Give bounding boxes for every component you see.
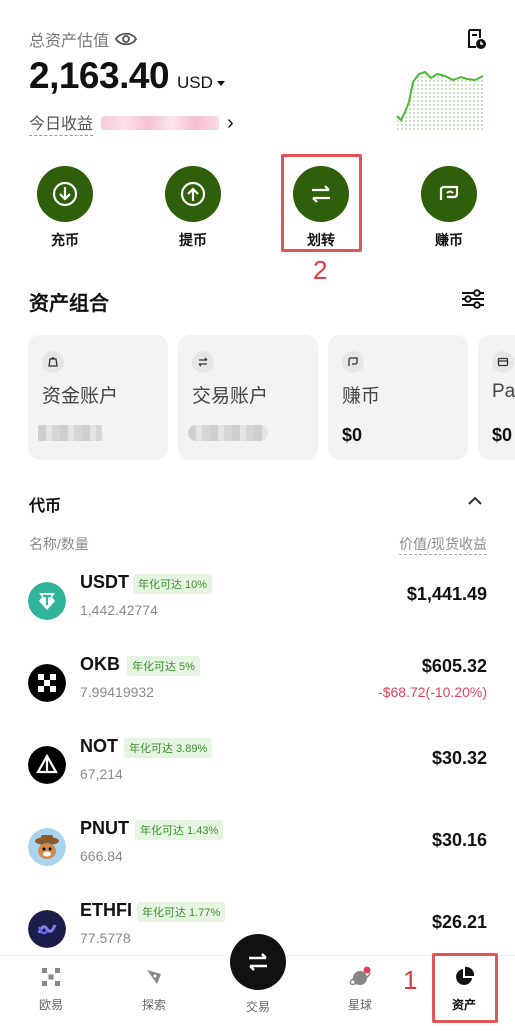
transfer-small-icon [192,351,214,373]
balance-sparkline [396,70,484,132]
earn-label: 赚币 [435,232,463,248]
header: 总资产估值 2,163.40 USD 今日收益 › [0,0,515,140]
nav-label: 星球 [347,998,372,1012]
tokens-section-title: 代币 [29,498,62,515]
token-symbol: PNUT [80,818,129,838]
filter-icon[interactable] [460,288,486,310]
usdt-logo-icon [28,582,66,620]
token-value: $30.32 [431,748,487,768]
history-icon[interactable] [464,27,488,51]
withdraw-icon [165,166,221,222]
token-row-pnut[interactable]: PNUT 年化可达 1.43% 666.84 $30.16 [0,814,515,892]
deposit-button[interactable]: 充币 [30,166,100,250]
apy-badge: 年化可达 1.43% [135,820,224,840]
apy-badge: 年化可达 3.89% [124,738,213,758]
token-symbol: NOT [80,736,118,756]
deposit-label: 充币 [51,232,79,248]
planet-icon [349,966,371,986]
step-1-label: 1 [403,965,418,995]
apy-badge: 年化可达 5% [127,656,200,676]
token-row-okb[interactable]: OKB 年化可达 5% 7.99419932 $605.32 -$68.72(-… [0,650,515,728]
assets-highlight-box [432,953,498,1023]
hidden-balance [188,425,268,441]
currency-selector[interactable]: USD [177,73,225,93]
chevron-down-icon [216,80,225,86]
quick-actions: 充币 提币 划转 赚币 [0,160,515,250]
token-value: $1,441.49 [406,584,487,604]
token-value: $26.21 [431,912,487,932]
nav-trade-button[interactable] [230,934,286,990]
pnut-logo-icon [28,828,66,866]
card-icon [492,351,514,373]
earn-small-icon [342,351,364,373]
account-name: 资金账户 [42,386,119,407]
earn-button[interactable]: 赚币 [414,166,484,250]
account-value: $0 [492,425,513,445]
okb-logo-icon [28,664,66,702]
total-assets-text: 总资产估值 [29,33,110,50]
account-cards: 资金账户 交易账户 赚币 $0 Pay $0 [28,335,515,460]
token-symbol: OKB [80,654,120,674]
token-pnl: -$68.72(-10.20%) [378,684,487,700]
trading-account-card[interactable]: 交易账户 [178,335,318,460]
nav-label: 探索 [141,998,166,1012]
apy-badge: 年化可达 10% [133,574,213,594]
funding-account-card[interactable]: 资金账户 [28,335,168,460]
deposit-icon [37,166,93,222]
balance-row: 2,163.40 USD [29,55,225,97]
account-name: 交易账户 [192,386,269,407]
apy-badge: 年化可达 1.77% [137,902,226,922]
today-pnl-label: 今日收益 [29,110,94,136]
account-name: 赚币 [342,386,381,407]
earn-icon [421,166,477,222]
today-pnl-row[interactable]: 今日收益 › [29,110,234,136]
token-row-usdt[interactable]: USDT 年化可达 10% 1,442.42774 $1,441.49 [0,568,515,646]
token-quantity: 77.5778 [80,930,131,946]
withdraw-button[interactable]: 提币 [158,166,228,250]
token-quantity: 1,442.42774 [80,602,158,618]
nav-label: 交易 [245,1000,270,1014]
account-value: $0 [342,425,363,445]
token-quantity: 666.84 [80,848,123,864]
nav-home[interactable]: 欧易 [16,966,86,1013]
token-quantity: 67,214 [80,766,123,782]
earn-account-card[interactable]: 赚币 $0 [328,335,468,460]
token-symbol: USDT [80,572,129,592]
token-value: $30.16 [431,830,487,850]
token-row-not[interactable]: NOT 年化可达 3.89% 67,214 $30.32 [0,732,515,810]
explore-icon [147,970,161,984]
column-header-name: 名称/数量 [29,536,89,552]
account-name: Pay [492,381,515,402]
nav-explore[interactable]: 探索 [119,966,189,1013]
notcoin-logo-icon [28,746,66,784]
okx-logo-icon [42,968,60,986]
chevron-right-icon: › [227,112,234,134]
ethfi-logo-icon [28,910,66,948]
nav-planet[interactable]: 星球 [325,966,395,1013]
hidden-balance [38,425,102,441]
chevron-up-icon[interactable] [466,492,484,510]
withdraw-label: 提币 [179,232,207,248]
column-header-value[interactable]: 价值/现货收益 [399,534,487,555]
token-symbol: ETHFI [80,900,132,920]
today-pnl-hidden-value [101,116,220,130]
step-2-label: 2 [313,255,328,285]
nav-label: 欧易 [38,998,63,1012]
token-value: $605.32 [421,656,487,676]
currency-label: USD [177,73,213,92]
total-assets-label: 总资产估值 [29,27,138,51]
portfolio-title: 资产组合 [29,293,109,315]
wallet-bag-icon [42,351,64,373]
token-quantity: 7.99419932 [80,684,154,700]
pay-account-card[interactable]: Pay $0 [478,335,515,460]
trade-icon [249,953,267,971]
eye-icon[interactable] [115,31,138,47]
total-balance: 2,163.40 [29,55,170,96]
transfer-highlight-box [281,154,362,252]
